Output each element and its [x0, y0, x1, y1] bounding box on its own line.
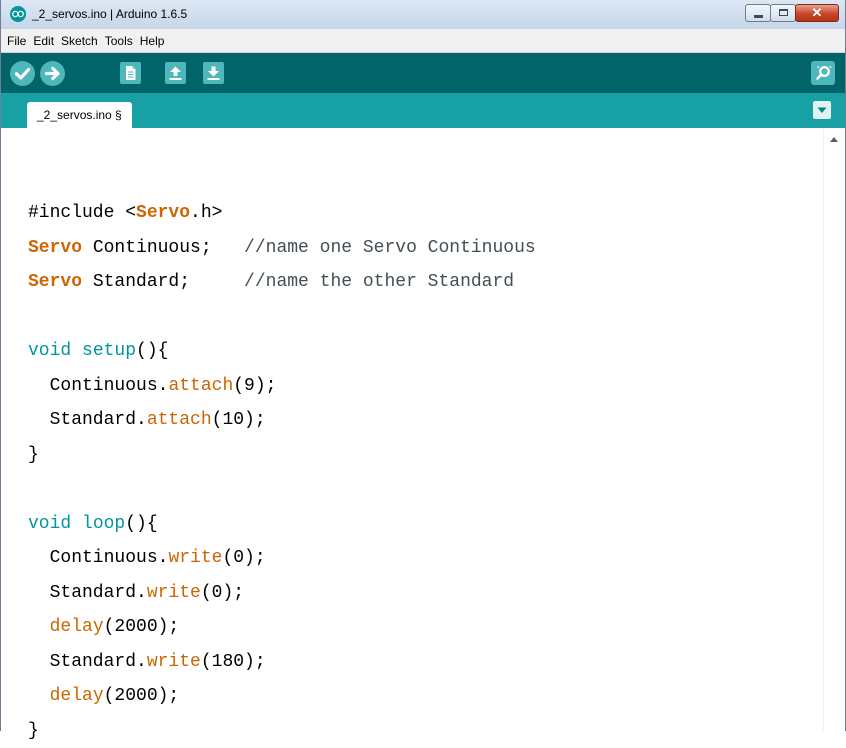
code-line[interactable]	[28, 472, 536, 507]
code-token: write	[147, 652, 201, 672]
verify-button[interactable]	[10, 61, 35, 86]
code-token: delay	[50, 617, 104, 637]
tab-bar: _2_servos.ino §	[1, 93, 845, 128]
window-controls: ✕	[745, 4, 839, 23]
vertical-scrollbar[interactable]	[823, 128, 845, 731]
code-line[interactable]: Continuous.write(0);	[28, 541, 536, 576]
checkmark-icon	[10, 61, 35, 86]
arrow-right-icon	[40, 61, 65, 86]
code-token: (2000);	[104, 686, 180, 706]
window-title: _2_servos.ino | Arduino 1.6.5	[32, 6, 187, 22]
code-token: Standard;	[82, 272, 244, 292]
arrow-up-icon	[165, 62, 186, 84]
code-token: //name one Servo Continuous	[244, 238, 536, 258]
code-line[interactable]: Standard.write(180);	[28, 645, 536, 680]
code-line[interactable]: delay(2000);	[28, 610, 536, 645]
arrow-down-icon	[203, 62, 224, 84]
code-token: Standard.	[28, 410, 147, 430]
code-token: //name the other Standard	[244, 272, 514, 292]
code-token	[71, 341, 82, 361]
toolbar	[1, 53, 845, 93]
code-token: Continuous;	[82, 238, 244, 258]
save-button[interactable]	[203, 62, 224, 84]
tab-menu-button[interactable]	[813, 101, 831, 119]
code-token: (0);	[201, 583, 244, 603]
maximize-button[interactable]	[770, 4, 796, 22]
menu-tools[interactable]: Tools	[105, 34, 133, 48]
code-line[interactable]: #include <Servo.h>	[28, 196, 536, 231]
code-token: (){	[125, 514, 157, 534]
code-token: Servo	[28, 238, 82, 258]
code-token: attach	[168, 376, 233, 396]
new-document-icon	[120, 62, 141, 84]
code-token: (2000);	[104, 617, 180, 637]
code-token: Servo	[28, 272, 82, 292]
code-token: (0);	[222, 548, 265, 568]
upload-button[interactable]	[40, 61, 65, 86]
code-line[interactable]: Servo Standard; //name the other Standar…	[28, 265, 536, 300]
arduino-window: _2_servos.ino | Arduino 1.6.5 ✕ File Edi…	[0, 0, 846, 731]
code-line[interactable]: Standard.attach(10);	[28, 403, 536, 438]
menu-bar: File Edit Sketch Tools Help	[1, 29, 845, 53]
code-token: Servo	[136, 203, 190, 223]
code-token: (){	[136, 341, 168, 361]
triangle-down-icon	[813, 101, 831, 119]
code-token: Standard.	[28, 652, 147, 672]
menu-sketch[interactable]: Sketch	[61, 34, 98, 48]
code-token	[28, 617, 50, 637]
close-button[interactable]: ✕	[795, 4, 839, 22]
code-token: attach	[147, 410, 212, 430]
code-token	[71, 514, 82, 534]
code-line[interactable]: Servo Continuous; //name one Servo Conti…	[28, 231, 536, 266]
open-button[interactable]	[165, 62, 186, 84]
code-line[interactable]	[28, 300, 536, 335]
code-token: Continuous.	[28, 376, 168, 396]
code-line[interactable]: Standard.write(0);	[28, 576, 536, 611]
minimize-button[interactable]	[745, 4, 771, 22]
code-token: void	[28, 514, 71, 534]
code-token: write	[168, 548, 222, 568]
code-line[interactable]: }	[28, 438, 536, 473]
code-token: setup	[82, 341, 136, 361]
menu-edit[interactable]: Edit	[33, 34, 54, 48]
code-token	[28, 686, 50, 706]
tab-2-servos[interactable]: _2_servos.ino §	[27, 102, 132, 128]
code-line[interactable]: void loop(){	[28, 507, 536, 542]
code-token: void	[28, 341, 71, 361]
serial-monitor-button[interactable]	[811, 61, 835, 85]
title-bar[interactable]: _2_servos.ino | Arduino 1.6.5 ✕	[1, 0, 845, 29]
new-button[interactable]	[120, 62, 141, 84]
arduino-logo-icon	[10, 6, 26, 22]
code-token: loop	[82, 514, 125, 534]
code-line[interactable]: delay(2000);	[28, 679, 536, 714]
magnifier-icon	[811, 61, 835, 85]
code-token: #include <	[28, 203, 136, 223]
code-token: write	[147, 583, 201, 603]
code-token: (10);	[212, 410, 266, 430]
code-token: .h>	[190, 203, 222, 223]
menu-help[interactable]: Help	[140, 34, 165, 48]
close-icon: ✕	[796, 5, 838, 21]
code-editor[interactable]: #include <Servo.h>Servo Continuous; //na…	[1, 128, 845, 731]
code-line[interactable]: void setup(){	[28, 334, 536, 369]
maximize-icon	[779, 9, 788, 16]
minimize-icon	[754, 15, 763, 18]
code-token: (9);	[233, 376, 276, 396]
scroll-up-arrow-icon[interactable]	[830, 137, 838, 142]
code-token: (180);	[201, 652, 266, 672]
code-token: delay	[50, 686, 104, 706]
code-token: Continuous.	[28, 548, 168, 568]
code-token: Standard.	[28, 583, 147, 603]
code-token: }	[28, 445, 39, 465]
menu-file[interactable]: File	[7, 34, 26, 48]
code-line[interactable]: Continuous.attach(9);	[28, 369, 536, 404]
code-text[interactable]: #include <Servo.h>Servo Continuous; //na…	[28, 196, 536, 748]
